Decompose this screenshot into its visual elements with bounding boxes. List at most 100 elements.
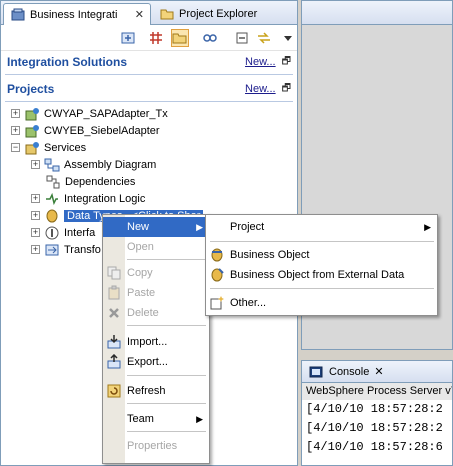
menu-item-label: Open — [127, 241, 154, 253]
close-icon[interactable]: ✕ — [374, 365, 383, 378]
tree-item-label: Transfo — [64, 243, 101, 256]
tree-item-label: CWYAP_SAPAdapter_Tx — [44, 107, 168, 120]
tab-project-explorer-label: Project Explorer — [179, 8, 258, 20]
menu-item-label: Business Object — [230, 249, 310, 261]
editor-tab-strip — [302, 1, 452, 25]
tree-item-label: Services — [44, 141, 87, 154]
menu-item-refresh[interactable]: Refresh — [103, 381, 209, 401]
context-menu: New ▶ Open Copy Paste Delete Import... E… — [102, 214, 210, 464]
module-icon — [24, 140, 40, 156]
integration-solutions-new-link[interactable]: New... — [245, 56, 276, 68]
link-with-editor-icon[interactable] — [255, 29, 273, 47]
menu-item-label: Export... — [127, 356, 168, 368]
integration-solutions-title: Integration Solutions — [7, 55, 127, 69]
assembly-diagram-icon — [44, 157, 60, 173]
view-tab-bar: Business Integrati ✕ Project Explorer — [1, 1, 297, 25]
tab-business-integration[interactable]: Business Integrati ✕ — [3, 3, 151, 25]
paste-icon — [106, 285, 122, 301]
menu-separator — [210, 241, 434, 242]
console-line: [4/10/10 18:57:28:2 — [306, 402, 443, 416]
maximize-icon[interactable]: 🗗 — [282, 54, 291, 71]
console-tab-label: Console — [329, 365, 370, 378]
menu-item-label: Properties — [127, 440, 178, 452]
expand-icon[interactable]: + — [31, 228, 40, 237]
new-submenu: Project ▶ Business Object Business Objec… — [205, 214, 438, 316]
menu-item-properties[interactable]: Properties — [103, 436, 209, 456]
menu-item-export[interactable]: Export... — [103, 352, 209, 372]
submenu-arrow-icon: ▶ — [424, 221, 431, 232]
business-object-icon — [209, 247, 225, 263]
menu-separator — [127, 259, 206, 260]
view-menu-icon[interactable] — [279, 29, 297, 47]
grid-icon[interactable] — [147, 29, 165, 47]
refresh-icon — [106, 383, 122, 399]
interfaces-icon — [44, 225, 60, 241]
console-view: Console ✕ WebSphere Process Server v7. [… — [301, 360, 453, 466]
menu-item-label: Refresh — [127, 385, 166, 397]
submenu-item-project[interactable]: Project ▶ — [206, 217, 437, 237]
tree-item-label: Integration Logic — [64, 192, 146, 205]
tree-item-transformations[interactable]: + Transfo — [31, 241, 101, 258]
transformations-icon — [44, 242, 60, 258]
tree-item-assembly-diagram[interactable]: + Assembly Diagram — [31, 156, 156, 173]
folder-icon — [159, 6, 175, 22]
menu-item-label: Delete — [127, 307, 159, 319]
menu-separator — [127, 375, 206, 376]
sync-icon[interactable] — [119, 29, 137, 47]
console-header: WebSphere Process Server v7. — [302, 383, 452, 400]
menu-item-label: Import... — [127, 336, 168, 348]
submenu-item-bo-external-data[interactable]: Business Object from External Data — [206, 265, 437, 285]
menu-item-label: Project — [230, 221, 265, 233]
menu-item-team[interactable]: Team ▶ — [103, 409, 209, 429]
menu-item-import[interactable]: Import... — [103, 332, 209, 352]
tree-item-cwyeb[interactable]: + CWYEB_SiebelAdapter — [11, 122, 160, 139]
menu-item-open[interactable]: Open — [103, 237, 209, 257]
projects-section: Projects New... 🗗 — [1, 78, 297, 100]
menu-item-label: Business Object from External Data — [230, 269, 405, 281]
tree-item-dependencies[interactable]: Dependencies — [45, 173, 135, 190]
module-icon — [24, 106, 40, 122]
menu-item-label: New — [127, 221, 150, 233]
tree-item-label: Assembly Diagram — [64, 158, 157, 171]
tab-project-explorer[interactable]: Project Explorer — [153, 3, 285, 25]
menu-item-paste[interactable]: Paste — [103, 283, 209, 303]
menu-separator — [127, 431, 206, 432]
dependencies-icon — [45, 174, 61, 190]
expand-icon[interactable]: + — [31, 211, 40, 220]
expand-icon[interactable]: + — [11, 109, 20, 118]
menu-item-label: Copy — [127, 267, 153, 279]
collapse-icon[interactable]: − — [11, 143, 20, 152]
tree-item-cwyap[interactable]: + CWYAP_SAPAdapter_Tx — [11, 105, 168, 122]
tree-item-services[interactable]: − Services — [11, 139, 86, 156]
integration-logic-icon — [44, 191, 60, 207]
tree-item-label: Dependencies — [65, 175, 136, 188]
filter-icon[interactable] — [201, 29, 219, 47]
collapse-all-icon[interactable] — [233, 29, 251, 47]
projects-new-link[interactable]: New... — [245, 83, 276, 95]
close-icon[interactable]: ✕ — [135, 8, 144, 21]
tab-console[interactable]: Console ✕ — [302, 361, 452, 383]
submenu-item-other[interactable]: Other... — [206, 293, 437, 313]
menu-item-new[interactable]: New ▶ — [103, 217, 209, 237]
menu-item-copy[interactable]: Copy — [103, 263, 209, 283]
menu-item-label: Team — [127, 413, 154, 425]
business-integration-icon — [10, 7, 26, 23]
tree-item-label: Interfa — [64, 226, 96, 239]
section-divider — [5, 101, 293, 102]
open-folder-icon[interactable] — [171, 29, 189, 47]
menu-item-delete[interactable]: Delete — [103, 303, 209, 323]
expand-icon[interactable]: + — [11, 126, 20, 135]
tree-item-interfaces[interactable]: + Interfa — [31, 224, 95, 241]
maximize-icon[interactable]: 🗗 — [282, 81, 291, 98]
expand-icon[interactable]: + — [31, 245, 40, 254]
data-types-icon — [44, 208, 60, 224]
submenu-arrow-icon: ▶ — [196, 221, 203, 232]
expand-icon[interactable]: + — [31, 194, 40, 203]
view-toolbar — [1, 25, 297, 51]
import-icon — [106, 334, 122, 350]
tree-item-integration-logic[interactable]: + Integration Logic — [31, 190, 145, 207]
expand-icon[interactable]: + — [31, 160, 40, 169]
submenu-item-business-object[interactable]: Business Object — [206, 245, 437, 265]
menu-item-label: Other... — [230, 297, 267, 309]
tree-item-label: CWYEB_SiebelAdapter — [44, 124, 160, 137]
